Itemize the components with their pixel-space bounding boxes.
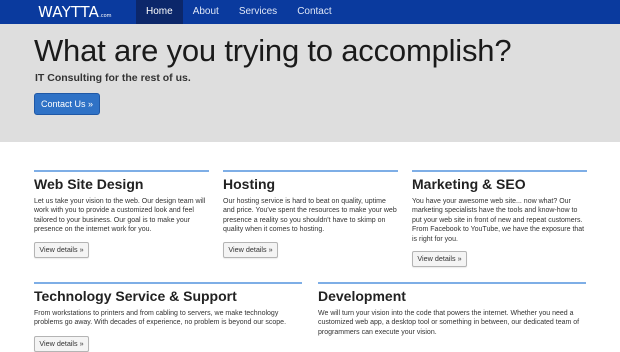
section-text: Let us take your vision to the web. Our …: [34, 198, 206, 234]
view-details-button[interactable]: View details »: [34, 336, 89, 352]
nav-contact[interactable]: Contact: [287, 0, 341, 24]
section-marketing-seo: Marketing & SEO You have your awesome we…: [412, 170, 587, 270]
section-divider: [34, 282, 302, 284]
section-title: Technology Service & Support: [34, 288, 237, 304]
section-hosting: Hosting Our hosting service is hard to b…: [223, 170, 398, 270]
logo-suffix: .com: [99, 13, 112, 19]
navbar: WAYTTA.com Home About Services Contact: [0, 0, 620, 24]
section-text: You have your awesome web site... now wh…: [412, 198, 585, 243]
view-details-button[interactable]: View details »: [34, 242, 89, 258]
site-logo[interactable]: WAYTTA.com: [38, 2, 112, 22]
section-text: We will turn your vision into the code t…: [318, 310, 580, 336]
section-title: Hosting: [223, 176, 276, 192]
view-details-button[interactable]: View details »: [223, 242, 278, 258]
hero-subtitle: IT Consulting for the rest of us.: [35, 72, 191, 84]
nav-about[interactable]: About: [183, 0, 229, 24]
nav-services[interactable]: Services: [229, 0, 287, 24]
hero-title: What are you trying to accomplish?: [34, 33, 512, 68]
section-technology-service-support: Technology Service & Support From workst…: [34, 282, 302, 352]
section-title: Marketing & SEO: [412, 176, 526, 192]
section-title: Web Site Design: [34, 176, 144, 192]
section-divider: [318, 282, 586, 284]
view-details-button[interactable]: View details »: [412, 251, 467, 267]
section-development: Development We will turn your vision int…: [318, 282, 586, 343]
section-divider: [34, 170, 209, 172]
section-title: Development: [318, 288, 406, 304]
section-divider: [223, 170, 398, 172]
nav-home[interactable]: Home: [136, 0, 183, 24]
section-web-site-design: Web Site Design Let us take your vision …: [34, 170, 209, 270]
section-text: From workstations to printers and from c…: [34, 310, 287, 327]
main-nav: Home About Services Contact: [136, 0, 342, 24]
logo-text: WAYTTA: [38, 3, 100, 21]
section-divider: [412, 170, 587, 172]
contact-us-button[interactable]: Contact Us »: [34, 93, 100, 115]
hero-section: What are you trying to accomplish? IT Co…: [0, 24, 620, 142]
section-text: Our hosting service is hard to beat on q…: [223, 198, 397, 234]
